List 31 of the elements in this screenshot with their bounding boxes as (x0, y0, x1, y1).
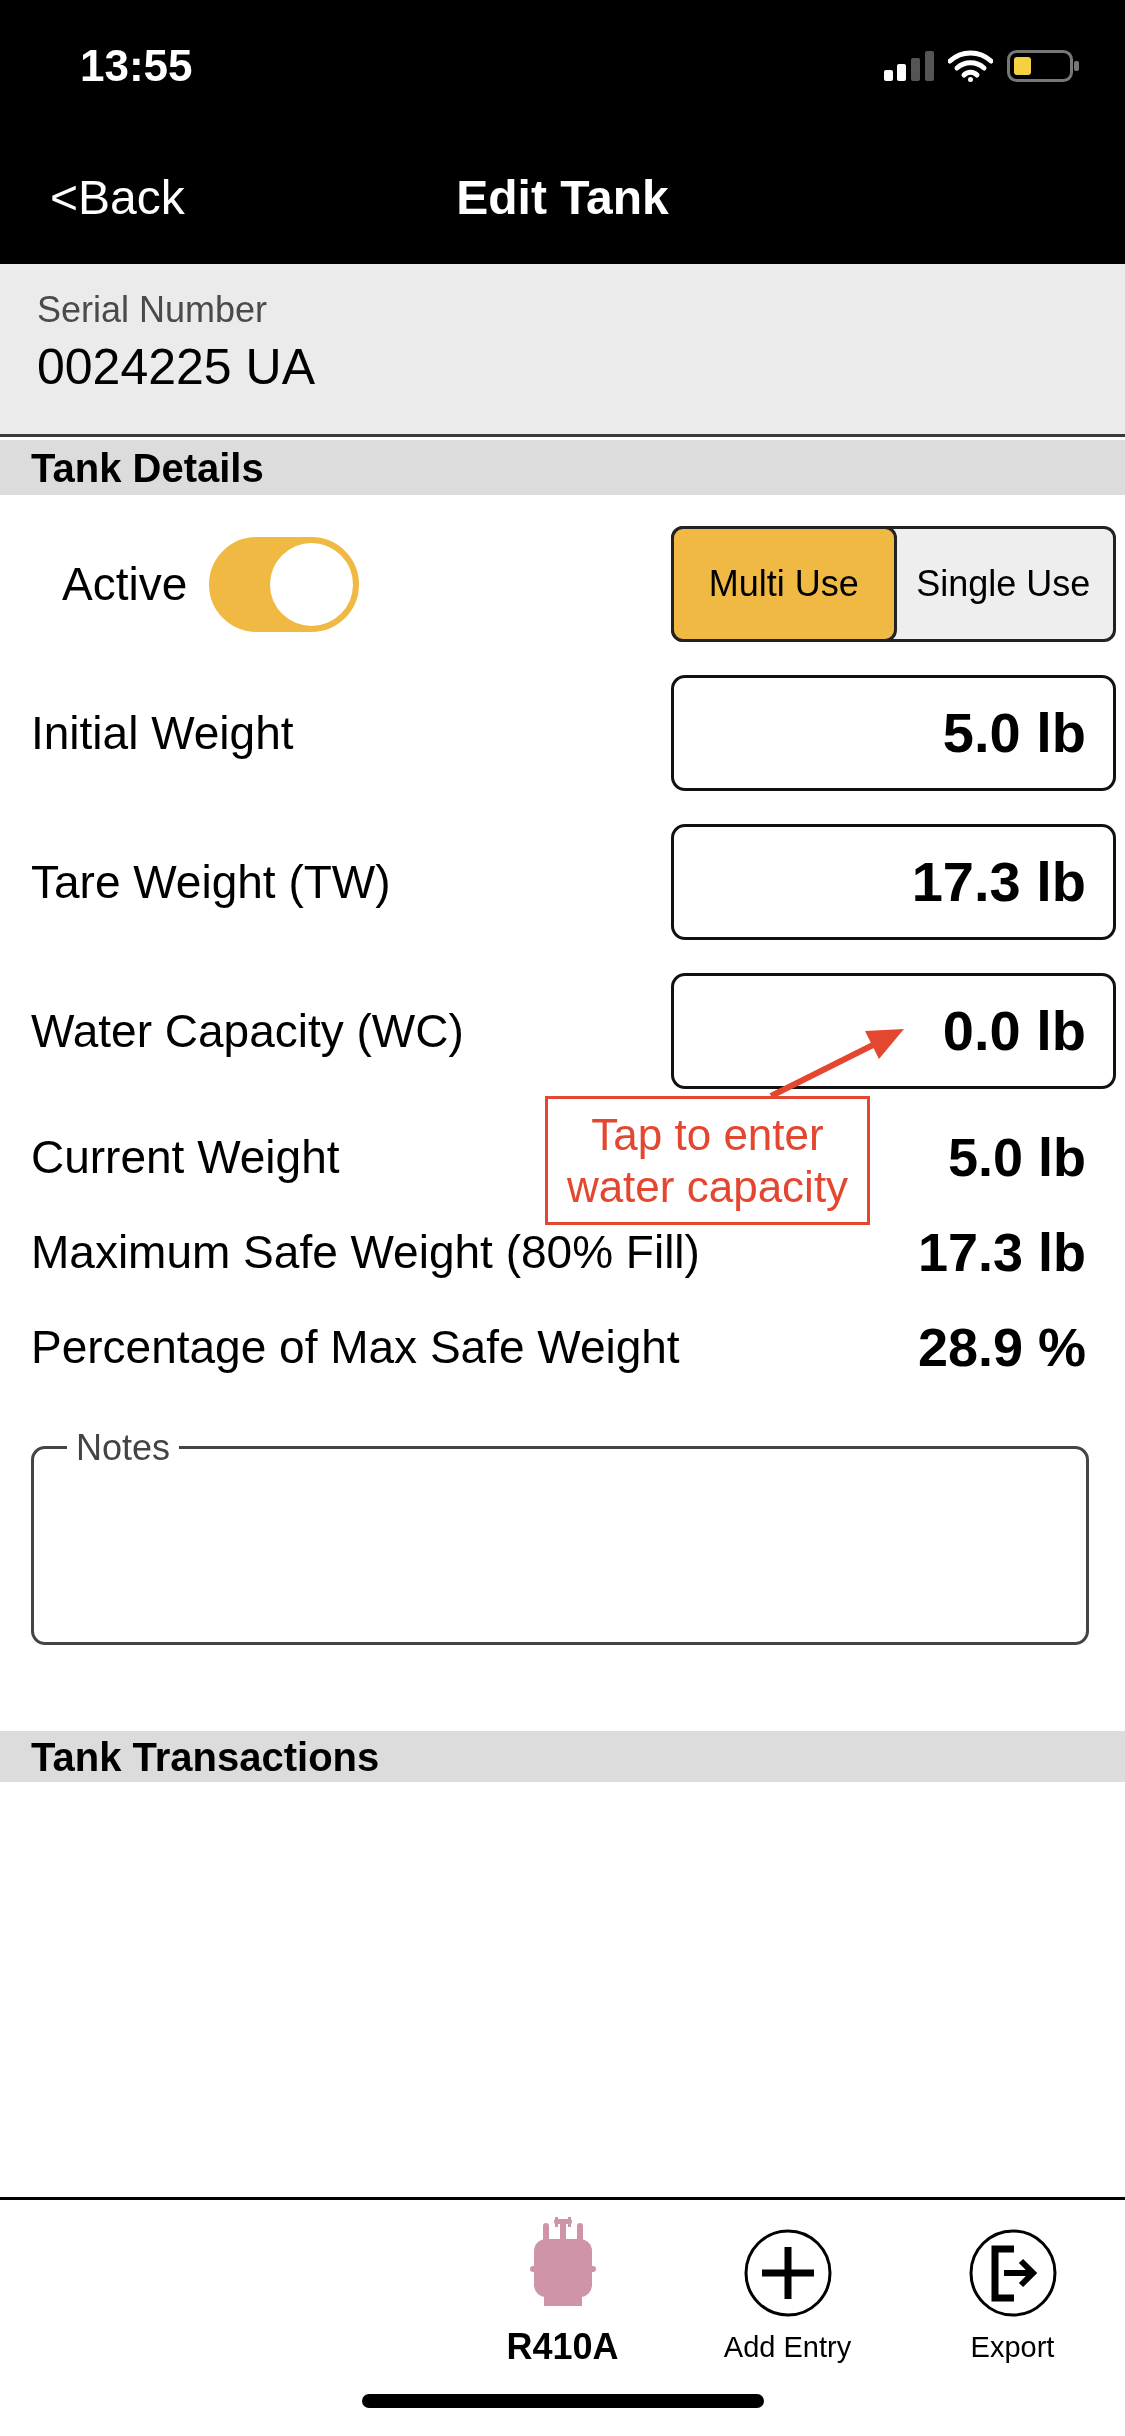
input-field[interactable]: 0.0 lb (671, 973, 1116, 1089)
reading-value: 17.3 lb (917, 1221, 1086, 1284)
reading-label: Current Weight (31, 1130, 340, 1185)
segment-tab[interactable]: Multi Use (671, 526, 897, 642)
field-label: Tare Weight (TW) (30, 854, 391, 910)
serial-number-value: 0024225 UA (37, 338, 315, 397)
reading-label: Percentage of Max Safe Weight (31, 1320, 680, 1375)
field-label: Initial Weight (30, 705, 294, 761)
plus-circle-icon (743, 2229, 832, 2317)
reading-value: 28.9 % (917, 1316, 1086, 1379)
toolbar-button[interactable]: Export (900, 2217, 1125, 2367)
export-icon (968, 2229, 1057, 2317)
input-field[interactable]: 17.3 lb (671, 824, 1116, 940)
battery-icon (1007, 50, 1079, 82)
field-label: Water Capacity (WC) (30, 1003, 464, 1059)
wifi-icon (948, 50, 993, 82)
input-field[interactable]: 5.0 lb (671, 675, 1116, 791)
reading-label: Maximum Safe Weight (80% Fill) (31, 1225, 700, 1280)
annotation-callout: Tap to enter water capacity (545, 1096, 870, 1225)
section-title: Tank Transactions (31, 1733, 380, 1781)
toolbar-button[interactable]: Add Entry (675, 2217, 900, 2367)
status-time: 13:55 (80, 40, 193, 92)
toolbar-button[interactable]: R410A (450, 2217, 675, 2367)
gas-cylinder-icon (529, 2217, 596, 2306)
reading-value: 5.0 lb (947, 1126, 1086, 1189)
serial-number-label: Serial Number (37, 288, 268, 331)
screen-title: Edit Tank (456, 170, 669, 226)
section-title: Tank Details (31, 444, 264, 492)
active-label: Active (62, 556, 188, 612)
back-button[interactable]: <Back (50, 174, 185, 222)
signal-icon (884, 51, 934, 81)
